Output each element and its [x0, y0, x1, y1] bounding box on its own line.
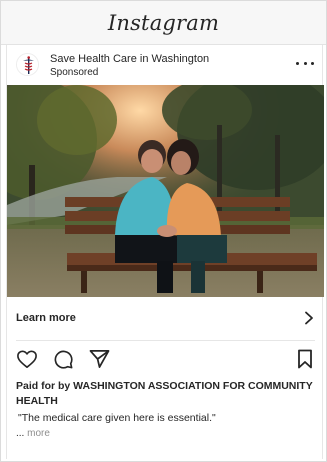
more-options-icon[interactable]	[296, 56, 314, 70]
instagram-logo: Instagram	[107, 10, 220, 35]
avatar[interactable]	[16, 53, 39, 76]
post-actions	[7, 345, 324, 373]
learn-more-button[interactable]: Learn more	[7, 297, 324, 340]
share-icon[interactable]	[89, 349, 110, 369]
post-header: Save Health Care in Washington Sponsored	[7, 45, 324, 85]
comment-icon[interactable]	[53, 349, 73, 369]
caption-more-link[interactable]: more	[27, 428, 50, 439]
heart-icon[interactable]	[16, 349, 38, 369]
post-caption: "The medical care given here is essentia…	[18, 412, 216, 424]
caduceus-logo-icon	[17, 54, 38, 75]
instagram-ad-frame: Instagram Save Health Care in Washington…	[0, 0, 327, 462]
paid-for-disclaimer: Paid for by WASHINGTON ASSOCIATION FOR C…	[16, 380, 313, 407]
app-header: Instagram	[1, 1, 326, 45]
bookmark-icon[interactable]	[297, 349, 313, 369]
sponsored-label: Sponsored	[50, 67, 99, 78]
caption-ellipsis: ...	[16, 428, 25, 439]
learn-more-label: Learn more	[16, 312, 76, 324]
post-image[interactable]	[7, 85, 324, 297]
chevron-right-icon	[305, 311, 313, 325]
sponsored-post: Save Health Care in Washington Sponsored	[6, 45, 324, 459]
account-name[interactable]: Save Health Care in Washington	[50, 53, 209, 65]
two-women-on-bench-photo	[7, 85, 324, 297]
divider	[16, 340, 315, 341]
caption-more-row: ... more	[16, 427, 50, 441]
